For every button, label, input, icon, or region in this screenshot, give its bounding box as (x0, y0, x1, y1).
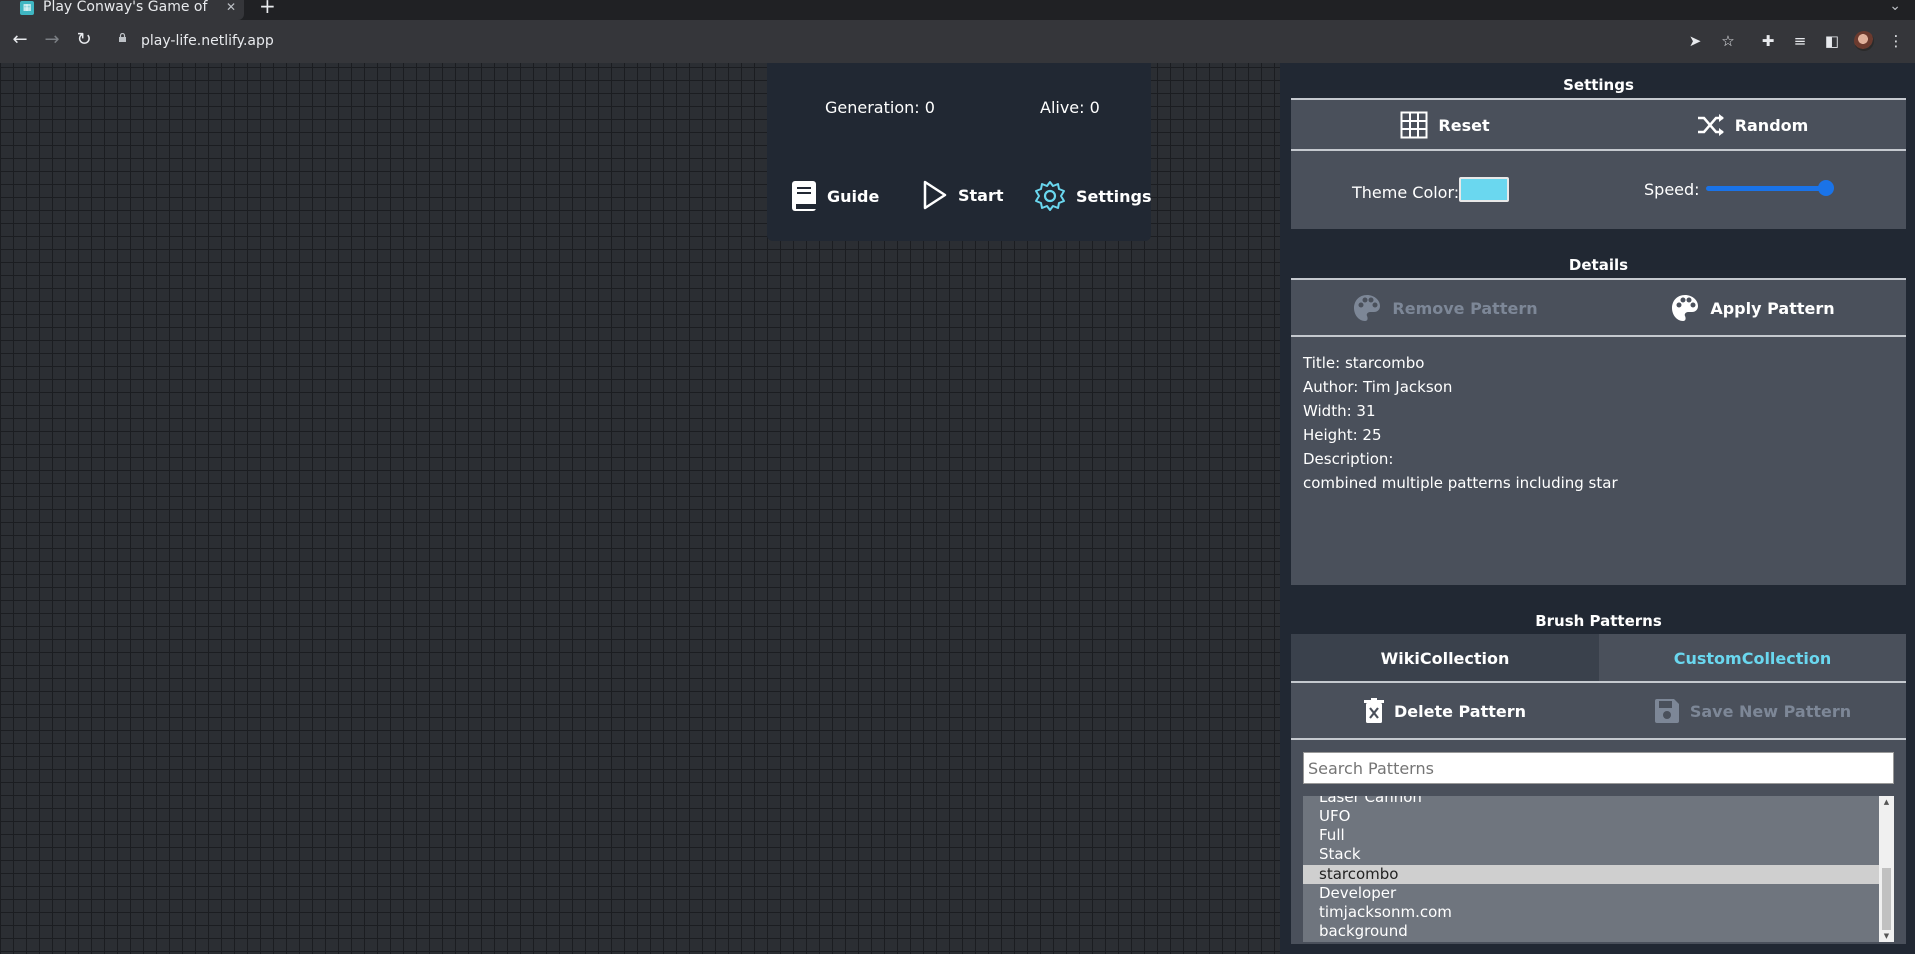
delete-pattern-label: Delete Pattern (1393, 701, 1527, 721)
browser-tab-bar: ▦ Play Conway's Game of Life ✕ + ⌄ (0, 0, 1915, 20)
new-tab-icon[interactable]: + (259, 0, 276, 16)
speed-slider-thumb[interactable] (1818, 180, 1834, 196)
list-item[interactable]: Developer (1303, 884, 1879, 903)
details-line: Title: starcombo (1303, 354, 1425, 372)
chevron-down-icon[interactable]: ⌄ (1889, 0, 1901, 14)
media-icon[interactable]: ≡ (1790, 31, 1810, 51)
tab-wikicollection[interactable]: WikiCollection (1291, 634, 1599, 682)
details-line: Author: Tim Jackson (1303, 378, 1453, 396)
save-icon (1654, 699, 1679, 723)
remove-pattern-button[interactable]: Remove Pattern (1291, 283, 1599, 333)
save-new-pattern-button[interactable]: Save New Pattern (1599, 686, 1906, 736)
star-icon[interactable]: ☆ (1718, 31, 1738, 51)
guide-button[interactable]: Guide (791, 180, 879, 212)
pattern-list[interactable]: Laser Cannon UFO Full Stack starcombo De… (1303, 796, 1894, 942)
divider (1291, 681, 1906, 683)
reset-label: Reset (1438, 115, 1490, 135)
reset-button[interactable]: Reset (1291, 102, 1599, 148)
trash-icon (1363, 698, 1384, 723)
details-line: Description: (1303, 450, 1394, 468)
grid-icon (1400, 111, 1428, 139)
address-bar[interactable]: play-life.netlify.app (141, 33, 274, 49)
list-item[interactable]: Stack (1303, 845, 1879, 864)
start-label: Start (958, 185, 1004, 205)
extensions-icon[interactable]: ✚ (1758, 31, 1778, 51)
forward-icon[interactable]: → (41, 29, 63, 51)
divider (1291, 98, 1906, 100)
details-line: combined multiple patterns including sta… (1303, 474, 1618, 492)
tab-custom-label: CustomCollection (1673, 648, 1832, 668)
random-label: Random (1734, 115, 1809, 135)
browser-toolbar: ← → ↻ ➤ ☆ ✚ ≡ ◧ ⋮ (0, 20, 1915, 63)
delete-pattern-button[interactable]: Delete Pattern (1291, 686, 1599, 736)
play-icon (923, 180, 947, 210)
theme-color-label: Theme Color: (1352, 183, 1460, 202)
gear-icon (1035, 181, 1065, 211)
menu-icon[interactable]: ⋮ (1886, 31, 1906, 51)
book-icon (792, 181, 816, 211)
generation-counter: Generation: 0 (825, 98, 935, 117)
send-icon[interactable]: ➤ (1685, 31, 1705, 51)
speed-slider-track[interactable] (1706, 186, 1830, 191)
settings-button[interactable]: Settings (1034, 180, 1152, 212)
list-item[interactable]: background (1303, 922, 1879, 941)
save-new-pattern-label: Save New Pattern (1689, 701, 1852, 721)
remove-pattern-label: Remove Pattern (1392, 298, 1538, 318)
settings-title: Settings (1563, 76, 1634, 94)
profile-avatar[interactable] (1854, 31, 1874, 51)
theme-color-picker[interactable] (1459, 177, 1509, 202)
favicon-icon: ▦ (20, 1, 34, 15)
divider (1291, 149, 1906, 151)
back-icon[interactable]: ← (9, 29, 31, 51)
search-patterns-input[interactable] (1303, 752, 1894, 784)
scrollbar-thumb[interactable] (1882, 868, 1891, 930)
sidebar-icon[interactable]: ◧ (1822, 31, 1842, 51)
tab-customcollection[interactable]: CustomCollection (1599, 634, 1906, 682)
start-button[interactable]: Start (922, 180, 1004, 210)
scroll-up-icon[interactable]: ▲ (1882, 798, 1891, 806)
pattern-details: Title: starcombo Author: Tim Jackson Wid… (1303, 351, 1618, 495)
brush-patterns-title: Brush Patterns (1535, 612, 1662, 630)
apply-pattern-button[interactable]: Apply Pattern (1599, 283, 1906, 333)
scroll-down-icon[interactable]: ▼ (1882, 932, 1891, 940)
tab-title: Play Conway's Game of Life (43, 0, 211, 14)
list-item[interactable]: timjacksonm.com (1303, 903, 1879, 922)
apply-pattern-label: Apply Pattern (1710, 298, 1835, 318)
list-item-selected[interactable]: starcombo (1303, 865, 1879, 884)
details-line: Width: 31 (1303, 402, 1376, 420)
palette-icon (1354, 295, 1381, 321)
speed-label: Speed: (1644, 180, 1700, 199)
divider (1291, 278, 1906, 280)
list-item[interactable]: Full (1303, 826, 1879, 845)
alive-counter: Alive: 0 (1040, 98, 1100, 117)
random-button[interactable]: Random (1599, 102, 1906, 148)
close-icon[interactable]: ✕ (226, 0, 236, 14)
details-title: Details (1568, 256, 1629, 274)
lock-icon (119, 33, 126, 42)
shuffle-icon (1697, 114, 1724, 136)
divider (1291, 738, 1906, 740)
details-line: Height: 25 (1303, 426, 1382, 444)
palette-icon (1672, 295, 1699, 321)
control-panel: Generation: 0 Alive: 0 Guide Start Setti… (767, 63, 1152, 241)
settings-label: Settings (1076, 186, 1152, 206)
guide-label: Guide (827, 186, 880, 206)
tab-wiki-label: WikiCollection (1380, 648, 1510, 668)
list-item[interactable]: UFO (1303, 807, 1879, 826)
divider (1291, 335, 1906, 337)
browser-tab[interactable]: ▦ Play Conway's Game of Life ✕ (0, 0, 244, 20)
list-item[interactable]: Laser Cannon (1303, 796, 1879, 807)
reload-icon[interactable]: ↻ (73, 29, 95, 51)
